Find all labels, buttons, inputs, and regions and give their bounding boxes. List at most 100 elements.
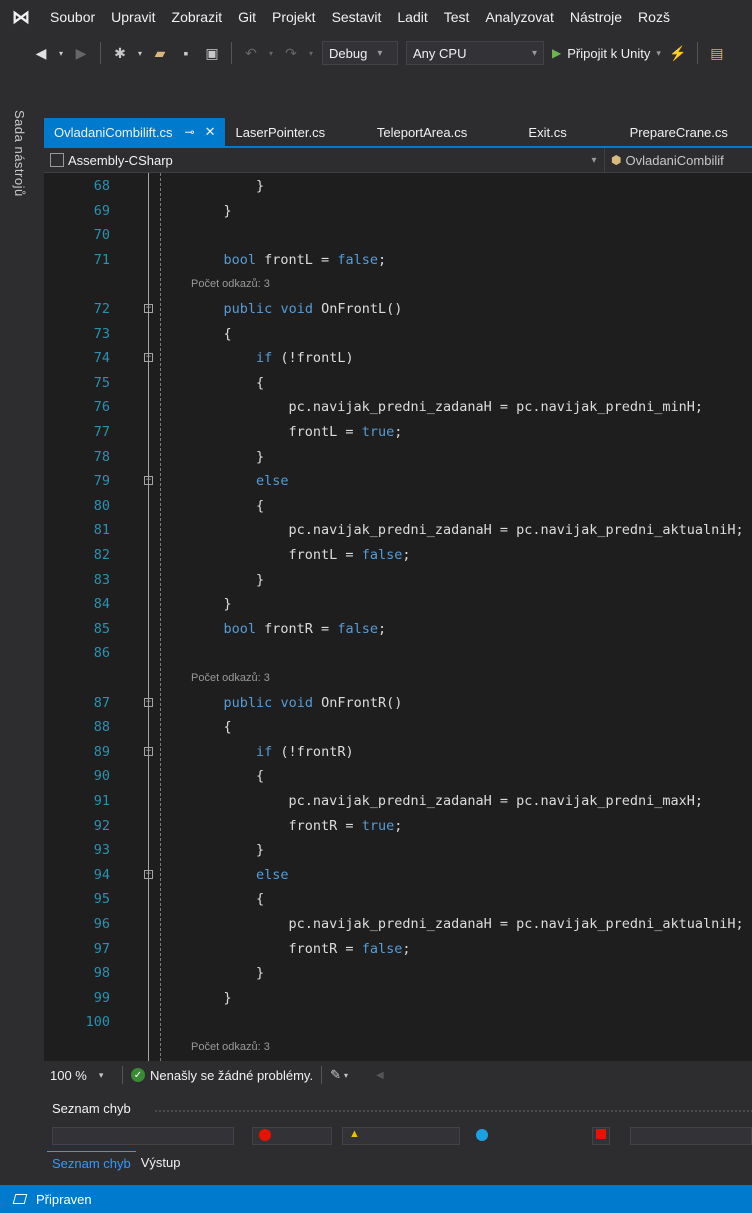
codelens-references[interactable]: Počet odkazů: 3 — [191, 1041, 270, 1053]
warnings-filter-button[interactable]: ▲ — [342, 1127, 460, 1145]
codelens-references[interactable]: Počet odkazů: 3 — [191, 278, 270, 290]
code-line: 80 { — [44, 493, 752, 518]
divider — [321, 1066, 323, 1084]
tab-laserpointer[interactable]: LaserPointer.cs — [225, 118, 354, 146]
save-icon[interactable]: ▪ — [175, 42, 197, 64]
info-icon[interactable] — [476, 1129, 488, 1141]
code-line: 70 — [44, 222, 752, 247]
zoom-select[interactable]: 100 % ▾ — [44, 1068, 118, 1083]
chevron-down-icon: ▾ — [591, 154, 597, 166]
code-line: 100 — [44, 1009, 752, 1034]
attach-unity-button[interactable]: ▶ Připojit k Unity ▾ — [552, 46, 661, 61]
scope-select[interactable] — [52, 1127, 234, 1145]
open-folder-icon[interactable]: ▰ — [149, 42, 171, 64]
menu-item[interactable]: Ladit — [389, 9, 435, 25]
line-number: 88 — [93, 718, 110, 735]
code-line: 88 { — [44, 714, 752, 739]
undo-icon[interactable]: ↶ — [240, 42, 262, 64]
menu-item[interactable]: Test — [436, 9, 478, 25]
line-number: 84 — [93, 595, 110, 612]
code-text: pc.navijak_predni_zadanaH = pc.navijak_p… — [191, 521, 744, 538]
code-line: 92 frontR = true; — [44, 813, 752, 838]
menu-item[interactable]: Nástroje — [562, 9, 630, 25]
project-dropdown[interactable]: Assembly-CSharp ▾ — [44, 153, 604, 168]
new-item-icon[interactable]: ✱ — [109, 42, 131, 64]
redo-icon[interactable]: ↷ — [280, 42, 302, 64]
code-line: 68 } — [44, 173, 752, 198]
tab-preparecrane[interactable]: PrepareCrane.cs — [606, 118, 752, 146]
back-dropdown-icon[interactable]: ▾ — [56, 42, 66, 64]
line-number: 72 — [93, 300, 110, 317]
tab-output[interactable]: Výstup — [136, 1151, 186, 1173]
configuration-select[interactable]: Debug ▾ — [322, 41, 398, 65]
menu-item[interactable]: Sestavit — [324, 9, 390, 25]
menu-item[interactable]: Projekt — [264, 9, 324, 25]
class-icon: ⬢ — [611, 153, 622, 167]
redo-dropdown-icon[interactable]: ▾ — [306, 42, 316, 64]
chevron-down-icon: ▾ — [98, 1069, 104, 1080]
menu-item[interactable]: Rozš — [630, 9, 678, 25]
toolbox-tab[interactable]: Sada nástrojů — [12, 110, 27, 197]
editor-status-strip: 100 % ▾ ✓ Nenašly se žádné problémy. ✎ ▾… — [44, 1061, 752, 1089]
code-line: 83 } — [44, 567, 752, 592]
line-number: 82 — [93, 546, 110, 563]
tab-error-list[interactable]: Seznam chyb — [47, 1151, 136, 1174]
code-line: 94 else− — [44, 862, 752, 887]
pin-icon[interactable]: ⊸ — [185, 125, 195, 139]
code-line: 79 else− — [44, 468, 752, 493]
codelens-references[interactable]: Počet odkazů: 3 — [191, 672, 270, 684]
code-cleanup-button[interactable]: ✎ ▾ — [330, 1067, 348, 1083]
menu-item[interactable]: Soubor — [42, 9, 103, 25]
line-number: 69 — [93, 202, 110, 219]
code-line: 72 public void OnFrontL()− — [44, 296, 752, 321]
type-dropdown[interactable]: ⬢ OvladaniCombilif — [604, 148, 752, 172]
close-icon[interactable]: ✕ — [205, 124, 216, 140]
checkmark-icon: ✓ — [131, 1068, 145, 1082]
code-text: frontR = true; — [191, 817, 403, 834]
code-text: { — [191, 325, 232, 342]
visual-studio-logo-icon[interactable]: ⋈ — [0, 0, 42, 34]
line-number: 85 — [93, 620, 110, 637]
issues-text: Nenašly se žádné problémy. — [150, 1067, 314, 1083]
issues-indicator[interactable]: ✓ Nenašly se žádné problémy. — [131, 1068, 313, 1083]
tab-exit[interactable]: Exit.cs — [490, 118, 606, 146]
tab-ovladanicombilift[interactable]: OvladaniCombilift.cs ⊸ ✕ — [44, 118, 226, 146]
hot-reload-icon[interactable]: ⚡ — [667, 42, 689, 64]
line-number: 93 — [93, 841, 110, 858]
configuration-value: Debug — [329, 45, 368, 61]
platform-select[interactable]: Any CPU ▾ — [406, 41, 544, 65]
code-editor[interactable]: 68 } 69 } 70 71 bool frontL = false; Počet o… — [44, 173, 752, 1061]
menu-item[interactable]: Upravit — [103, 9, 163, 25]
search-error-list-input[interactable] — [630, 1127, 752, 1145]
line-number: 86 — [93, 644, 110, 661]
new-item-dropdown-icon[interactable]: ▾ — [135, 42, 145, 64]
scroll-left-icon[interactable]: ◀ — [376, 1070, 384, 1081]
code-line: 86 — [44, 640, 752, 665]
tab-teleportarea[interactable]: TeleportArea.cs — [354, 118, 489, 146]
menu-item[interactable]: Git — [230, 9, 264, 25]
line-number: 76 — [93, 398, 110, 415]
filter-icon[interactable] — [592, 1127, 610, 1145]
line-number: 80 — [93, 497, 110, 514]
line-number: 79 — [93, 472, 110, 489]
code-text: pc.navijak_predni_zadanaH = pc.navijak_p… — [191, 792, 704, 809]
code-line: 82 frontL = false; — [44, 542, 752, 567]
back-icon[interactable]: ◀ — [30, 42, 52, 64]
forward-icon[interactable]: ▶ — [70, 42, 92, 64]
menu-item[interactable]: Analyzovat — [477, 9, 561, 25]
save-all-icon[interactable]: ▣ — [201, 42, 223, 64]
browse-icon[interactable]: ▤ — [706, 42, 728, 64]
tab-label: PrepareCrane.cs — [629, 124, 728, 140]
code-text: else — [256, 472, 289, 489]
status-ready-icon — [12, 1194, 28, 1204]
errors-filter-button[interactable] — [252, 1127, 332, 1145]
error-list-toolbar: ▲ — [44, 1127, 752, 1147]
menu-item[interactable]: Zobrazit — [164, 9, 231, 25]
code-line: 85 bool frontR = false; — [44, 616, 752, 641]
panel-tabs: Seznam chyb Výstup — [44, 1151, 186, 1173]
error-icon — [259, 1129, 271, 1141]
menu-items: Soubor Upravit Zobrazit Git Projekt Sestavit L… — [42, 9, 678, 25]
error-list-title: Seznam chyb — [52, 1101, 131, 1116]
undo-dropdown-icon[interactable]: ▾ — [266, 42, 276, 64]
panel-grip[interactable] — [154, 1109, 752, 1114]
